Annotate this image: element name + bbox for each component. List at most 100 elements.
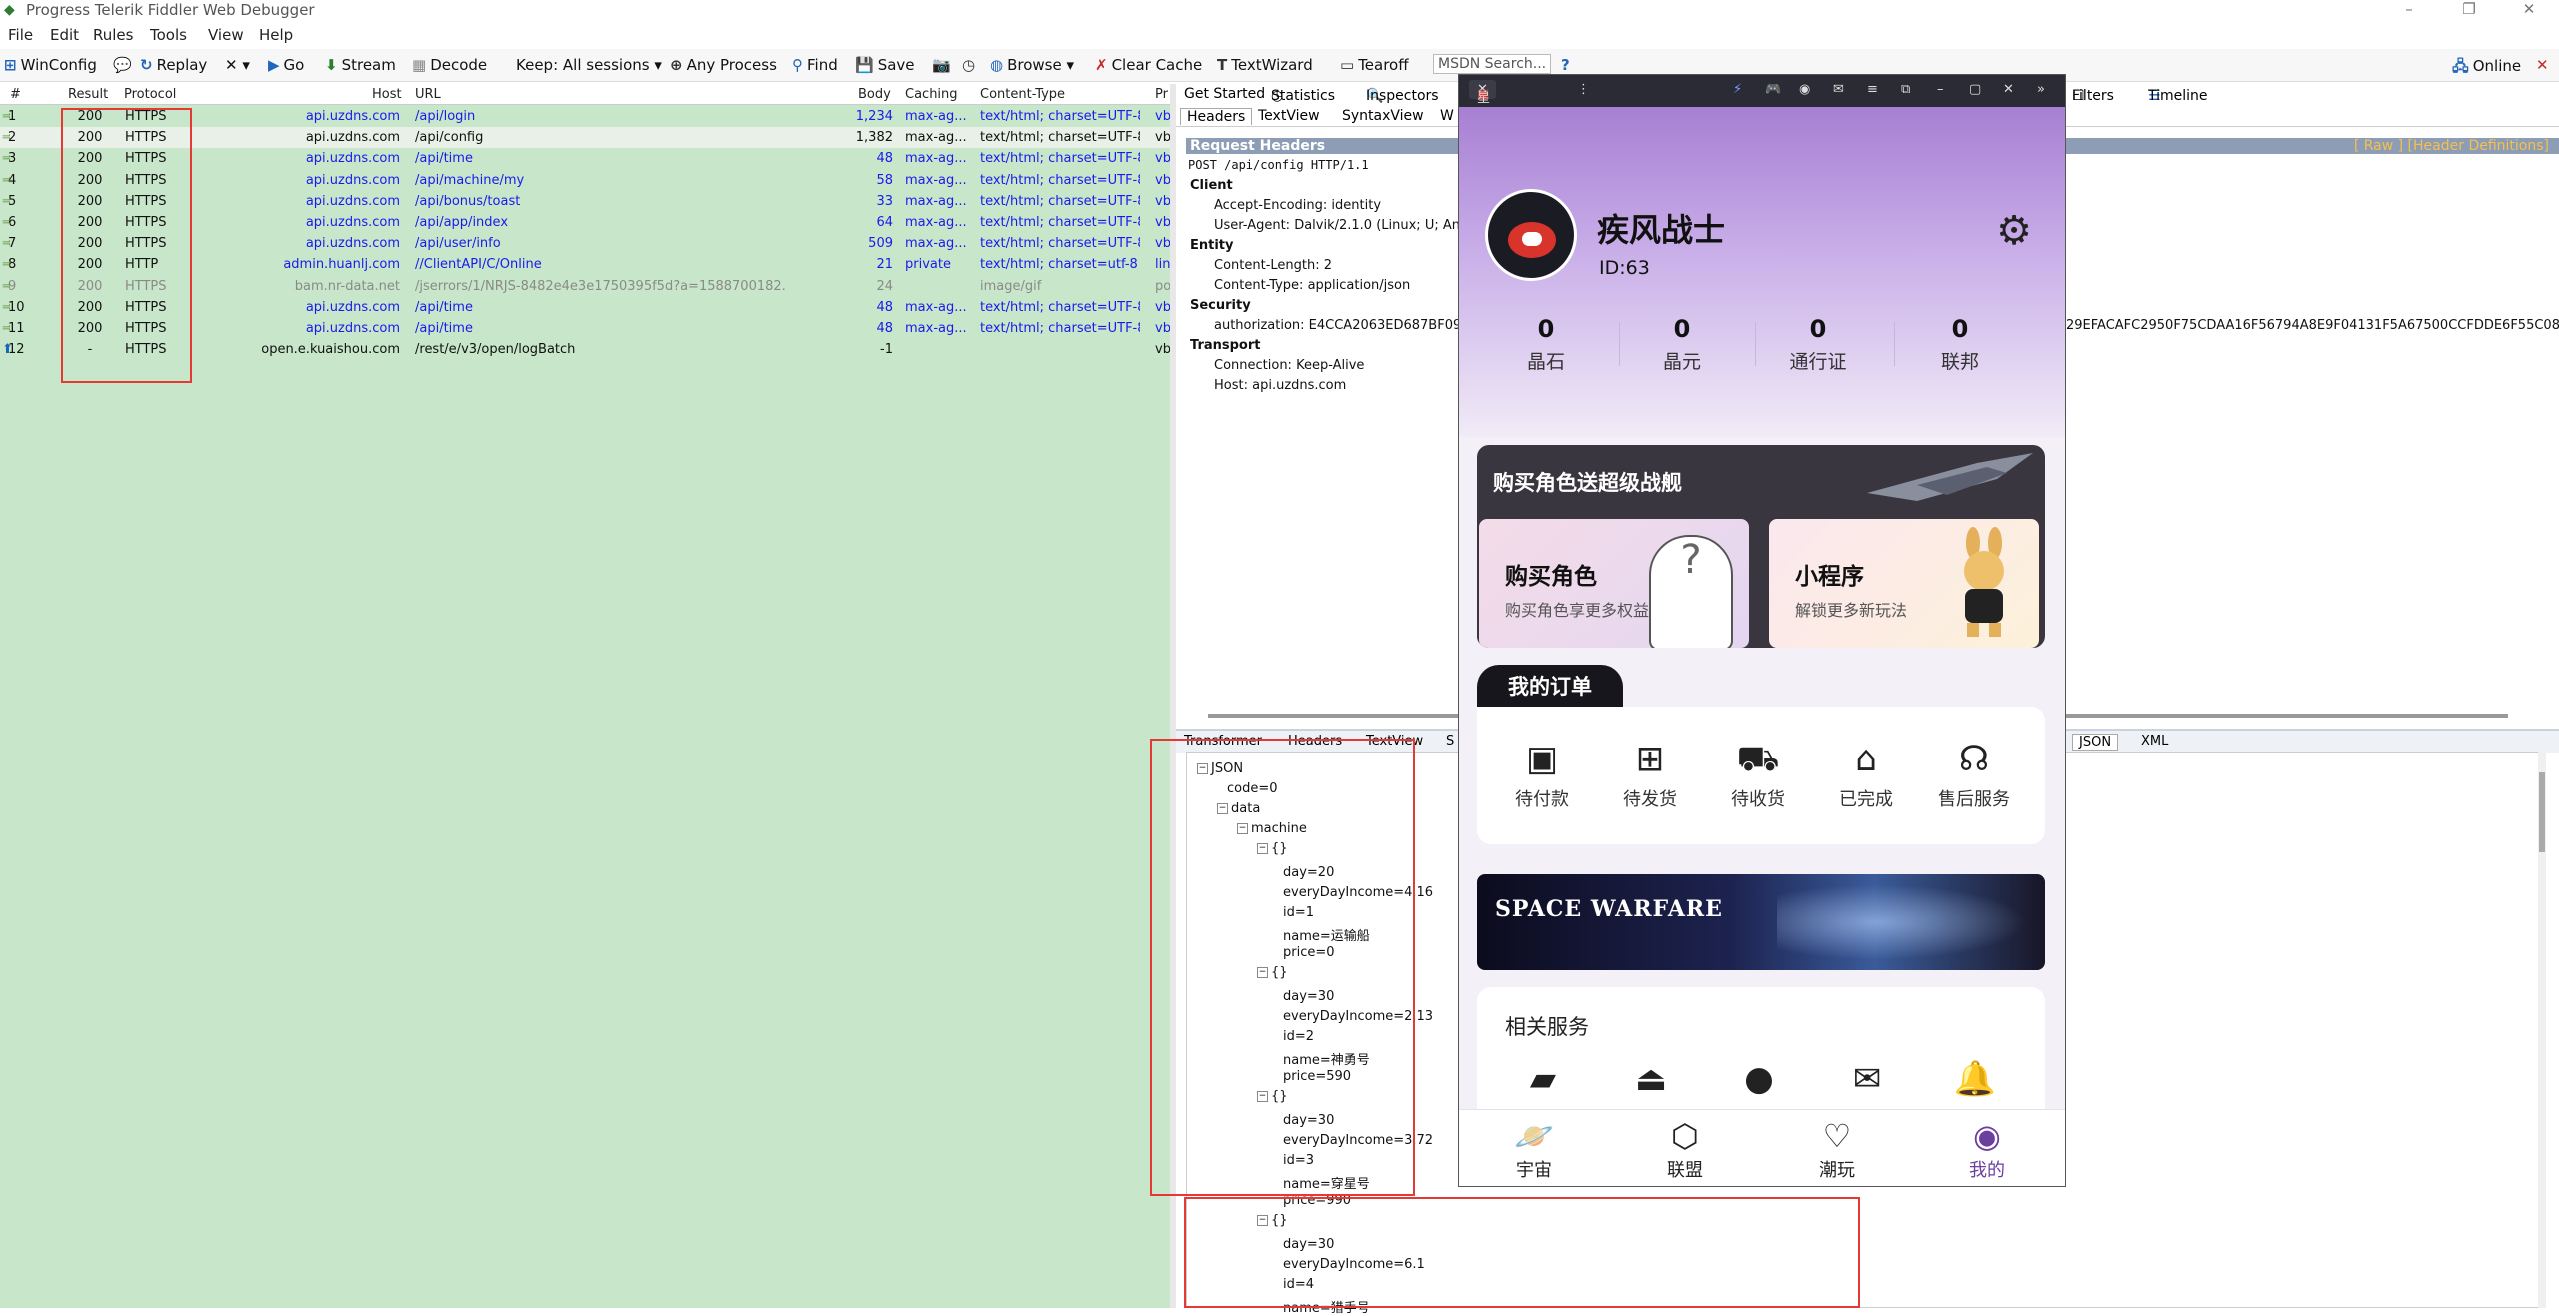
save-button[interactable]: 💾 Save: [855, 56, 915, 74]
close-button[interactable]: ✕: [2506, 0, 2552, 22]
tab-alliance[interactable]: ⬡ 联盟: [1635, 1116, 1735, 1182]
col-body[interactable]: Body: [858, 87, 891, 102]
subtab-headers[interactable]: Headers: [1180, 108, 1253, 125]
screenshot-button[interactable]: 📷: [932, 56, 955, 74]
msdn-search-input[interactable]: MSDN Search...: [1433, 54, 1551, 74]
space-warfare-banner[interactable]: SPACE WARFARE: [1477, 874, 2045, 970]
gear-icon[interactable]: ⚙: [1994, 211, 2034, 251]
vertical-scrollbar[interactable]: [2538, 752, 2546, 1308]
col-protocol[interactable]: Protocol: [124, 87, 176, 102]
find-button[interactable]: ⚲ Find: [792, 56, 838, 74]
clear-cache-button[interactable]: ✗ Clear Cache: [1095, 56, 1202, 74]
minimize-icon[interactable]: –: [1937, 82, 1944, 97]
order-after-sales[interactable]: ☊ 售后服务: [1924, 739, 2024, 811]
resp-tab-json[interactable]: JSON: [2072, 734, 2119, 751]
subtab-syntaxview[interactable]: SyntaxView: [1336, 108, 1430, 124]
minimize-button[interactable]: –: [2386, 0, 2432, 22]
col-result[interactable]: Result: [68, 87, 108, 102]
buy-role-card[interactable]: 购买角色 购买角色享更多权益 ?: [1477, 517, 1751, 648]
profile-icon: ◉: [1973, 1117, 2001, 1155]
scroll-thumb[interactable]: [2539, 772, 2545, 852]
maximize-button[interactable]: ❐: [2446, 0, 2492, 22]
col-host[interactable]: Host: [372, 87, 402, 102]
mail-service-icon[interactable]: ✉: [1837, 1059, 1897, 1099]
cell-host: api.uzdns.com: [305, 172, 400, 188]
col-num[interactable]: #: [10, 87, 21, 102]
expand-icon[interactable]: »: [2037, 82, 2045, 97]
bell-service-icon[interactable]: 🔔: [1945, 1059, 2005, 1099]
session-list[interactable]: # Result Protocol Host URL Body Caching …: [0, 84, 1170, 1308]
close-icon[interactable]: ✕: [2003, 82, 2014, 97]
stat-pass[interactable]: 0 通行证: [1758, 315, 1878, 374]
stat-jingyuan[interactable]: 0 晶元: [1622, 315, 1742, 374]
tearoff-button[interactable]: ▭ Tearoff: [1340, 56, 1409, 74]
emu-tool-icon[interactable]: ⚡: [1733, 82, 1742, 97]
menu-rules[interactable]: Rules: [93, 26, 133, 44]
browse-button[interactable]: ◍ Browse ▾: [990, 56, 1074, 74]
tab-trendy[interactable]: ♡ 潮玩: [1787, 1116, 1887, 1182]
clear-cache-icon: ✗: [1095, 56, 1108, 74]
winconfig-button[interactable]: ⊞ WinConfig: [4, 56, 97, 74]
menu-view[interactable]: View: [208, 26, 244, 44]
order-pending-shipment[interactable]: ⊞ 待发货: [1600, 739, 1700, 811]
col-process[interactable]: Pr: [1155, 87, 1168, 102]
col-url[interactable]: URL: [415, 87, 441, 102]
cell-host: api.uzdns.com: [305, 109, 400, 124]
gamepad-icon[interactable]: 🎮: [1765, 82, 1781, 97]
tab-mine[interactable]: ◉ 我的: [1937, 1116, 2037, 1182]
response-arrow-icon: ⇒: [2, 299, 10, 315]
mini-program-card[interactable]: 小程序 解锁更多新玩法: [1767, 517, 2041, 648]
menu-file[interactable]: File: [8, 26, 33, 44]
menu-tools[interactable]: Tools: [150, 26, 187, 44]
chat-service-icon[interactable]: ●: [1729, 1059, 1789, 1099]
stream-button[interactable]: ⬇ Stream: [325, 56, 396, 74]
response-arrow-icon: ⇒: [2, 321, 10, 336]
order-completed[interactable]: ⌂ 已完成: [1816, 739, 1916, 811]
subtab-textview[interactable]: TextView: [1252, 108, 1326, 124]
keep-sessions-dropdown[interactable]: Keep: All sessions ▾: [516, 56, 662, 74]
more-icon[interactable]: ⋮: [1577, 82, 1590, 97]
stat-federation[interactable]: 0 联邦: [1900, 315, 2020, 374]
order-pending-receipt[interactable]: ⛟ 待收货: [1708, 739, 1808, 811]
menu-help[interactable]: Help: [259, 26, 293, 44]
resp-tab-xml[interactable]: XML: [2141, 734, 2168, 749]
phone-emulator-window[interactable]: ▣ 星际... ✕ ⋮ ⚡ 🎮 ◉ ✉ ≡ ⧉ – ▢ ✕ » 疾风战士 ID:…: [1458, 74, 2066, 1187]
textwizard-button[interactable]: T TextWizard: [1217, 56, 1313, 74]
comment-button[interactable]: 💬: [113, 56, 136, 74]
stat-jingshi[interactable]: 0 晶石: [1486, 315, 1606, 374]
window-title: Progress Telerik Fiddler Web Debugger: [26, 1, 315, 19]
emulator-tab[interactable]: ▣ 星际... ✕: [1469, 80, 1502, 125]
tab-universe[interactable]: 🪐 宇宙: [1484, 1116, 1584, 1182]
col-caching[interactable]: Caching: [905, 87, 958, 102]
any-process-button[interactable]: ⊕ Any Process: [670, 56, 777, 74]
screenshot-icon[interactable]: ⧉: [1901, 82, 1910, 97]
subtab-webforms[interactable]: W: [1434, 108, 1460, 124]
response-arrow-icon: ⇒: [2, 193, 10, 209]
col-content-type[interactable]: Content-Type: [980, 87, 1065, 102]
replay-button[interactable]: ↻ Replay: [140, 56, 207, 74]
tab-get-started[interactable]: Get Started: [1184, 86, 1265, 102]
resp-tab-s[interactable]: S: [1446, 734, 1454, 749]
wallet-service-icon[interactable]: ▰: [1513, 1059, 1573, 1099]
mail-icon[interactable]: ✉: [1833, 82, 1844, 97]
cell-num: 12: [8, 342, 25, 358]
close-online-icon[interactable]: ✕: [2536, 56, 2549, 74]
raw-header-links[interactable]: [ Raw ] [Header Definitions]: [2354, 138, 2549, 154]
cell-ctype: text/html; charset=UTF-8: [980, 215, 1140, 230]
decode-button[interactable]: ▦ Decode: [412, 56, 487, 74]
cell-num: 7: [8, 236, 17, 252]
remove-button[interactable]: ✕ ▾: [225, 56, 250, 74]
menu-icon[interactable]: ≡: [1867, 82, 1878, 97]
menu-edit[interactable]: Edit: [50, 26, 79, 44]
buy-role-title: 购买角色: [1505, 564, 1597, 590]
cell-url: /rest/e/v3/open/logBatch: [415, 342, 576, 358]
help-icon[interactable]: ?: [1561, 56, 1574, 74]
stamp-service-icon[interactable]: ⏏: [1621, 1059, 1681, 1099]
order-pending-payment[interactable]: ▣ 待付款: [1492, 739, 1592, 811]
go-button[interactable]: ▶ Go: [268, 56, 304, 74]
avatar[interactable]: [1485, 189, 1577, 281]
user-icon[interactable]: ◉: [1799, 82, 1810, 97]
cell-pr: vb: [1155, 109, 1170, 124]
maximize-icon[interactable]: ▢: [1969, 82, 1981, 97]
timer-button[interactable]: ◷: [962, 56, 979, 74]
